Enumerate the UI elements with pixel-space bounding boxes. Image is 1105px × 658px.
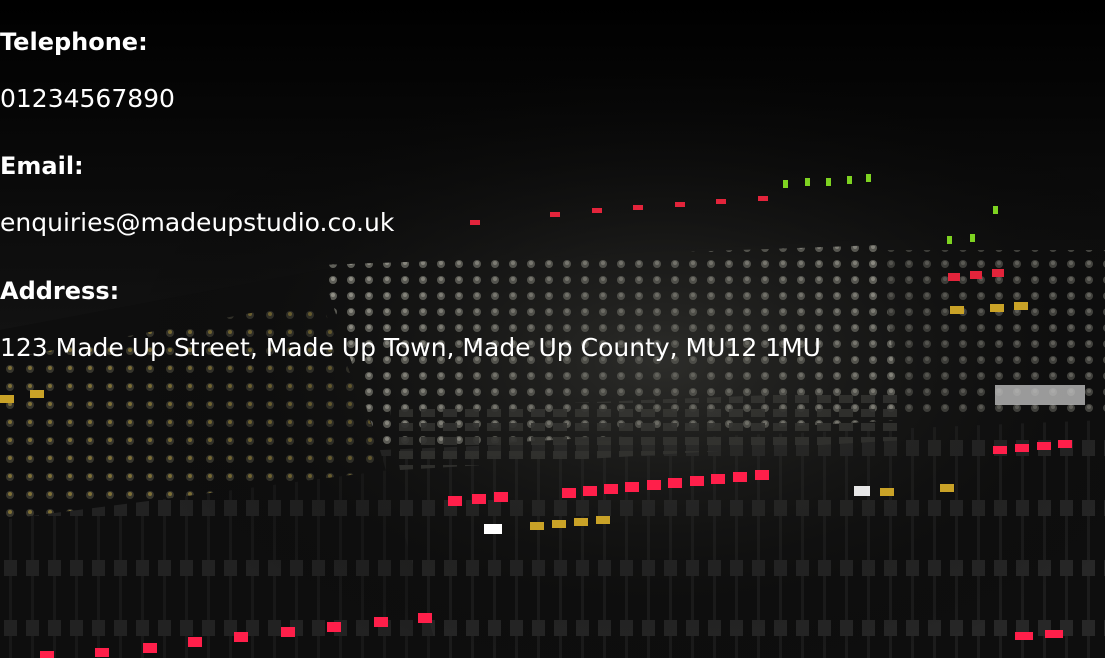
email-value: enquiries@madeupstudio.co.uk xyxy=(0,208,395,237)
address-label: Address: xyxy=(0,277,120,305)
telephone-value: 01234567890 xyxy=(0,84,175,113)
telephone-label: Telephone: xyxy=(0,28,148,56)
contact-page: Telephone: 01234567890 Email: enquiries@… xyxy=(0,0,1105,658)
email-label: Email: xyxy=(0,152,84,180)
address-value: 123 Made Up Street, Made Up Town, Made U… xyxy=(0,333,821,362)
